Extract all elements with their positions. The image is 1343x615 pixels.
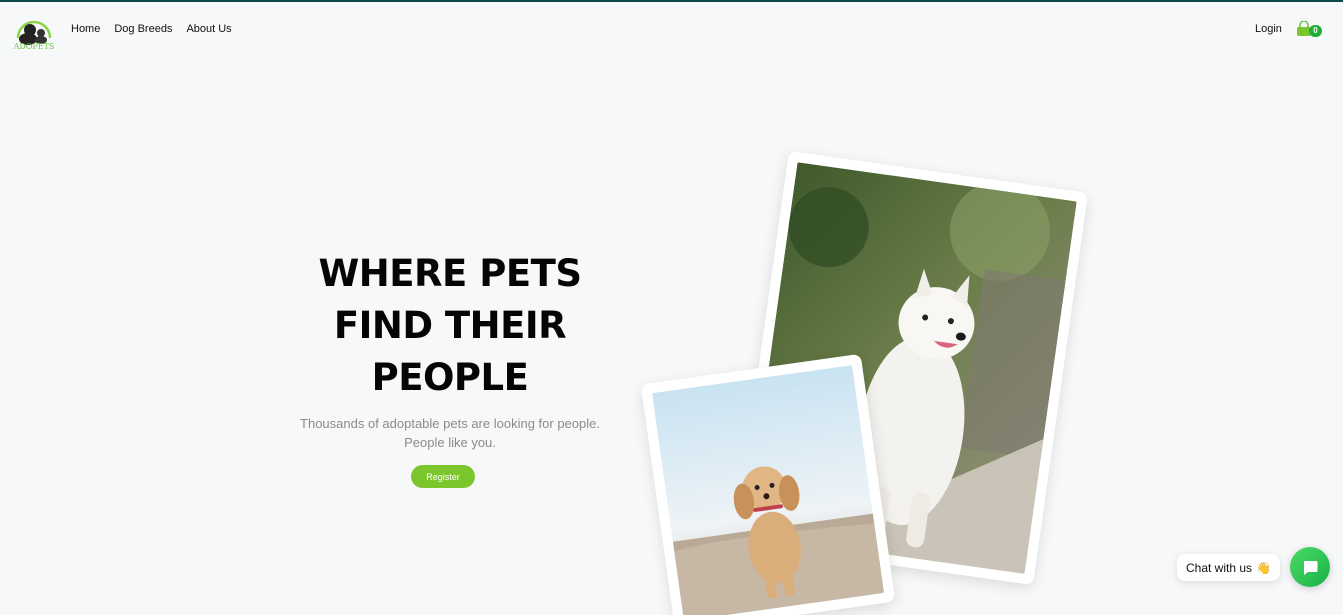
cocker-spaniel-puppy-photo <box>640 353 896 615</box>
register-button[interactable]: Register <box>411 465 475 488</box>
cart-count-badge: 0 <box>1309 25 1322 37</box>
cart-button[interactable]: 0 <box>1294 20 1324 40</box>
top-border <box>0 0 1343 2</box>
chat-with-us-bubble[interactable]: Chat with us 👋 <box>1177 554 1280 581</box>
adopets-logo[interactable]: ADOPETS <box>8 8 60 51</box>
puppy-image <box>651 365 885 615</box>
chat-icon <box>1303 561 1318 575</box>
nav-home[interactable]: Home <box>71 22 100 36</box>
wave-emoji-icon: 👋 <box>1256 560 1271 575</box>
main-nav: Home Dog Breeds About Us <box>71 22 232 36</box>
nav-dog-breeds[interactable]: Dog Breeds <box>114 22 172 36</box>
hero-title: WHERE PETS FIND THEIR PEOPLE <box>318 252 582 399</box>
logo-pets-icon: ADOPETS <box>13 20 55 51</box>
chat-label: Chat with us <box>1186 560 1253 575</box>
chat-launcher-button[interactable] <box>1290 547 1330 587</box>
login-link[interactable]: Login <box>1255 22 1282 36</box>
hero-subtitle: Thousands of adoptable pets are looking … <box>300 416 600 450</box>
nav-about-us[interactable]: About Us <box>186 22 231 36</box>
logo-text: ADOPETS <box>13 42 55 50</box>
